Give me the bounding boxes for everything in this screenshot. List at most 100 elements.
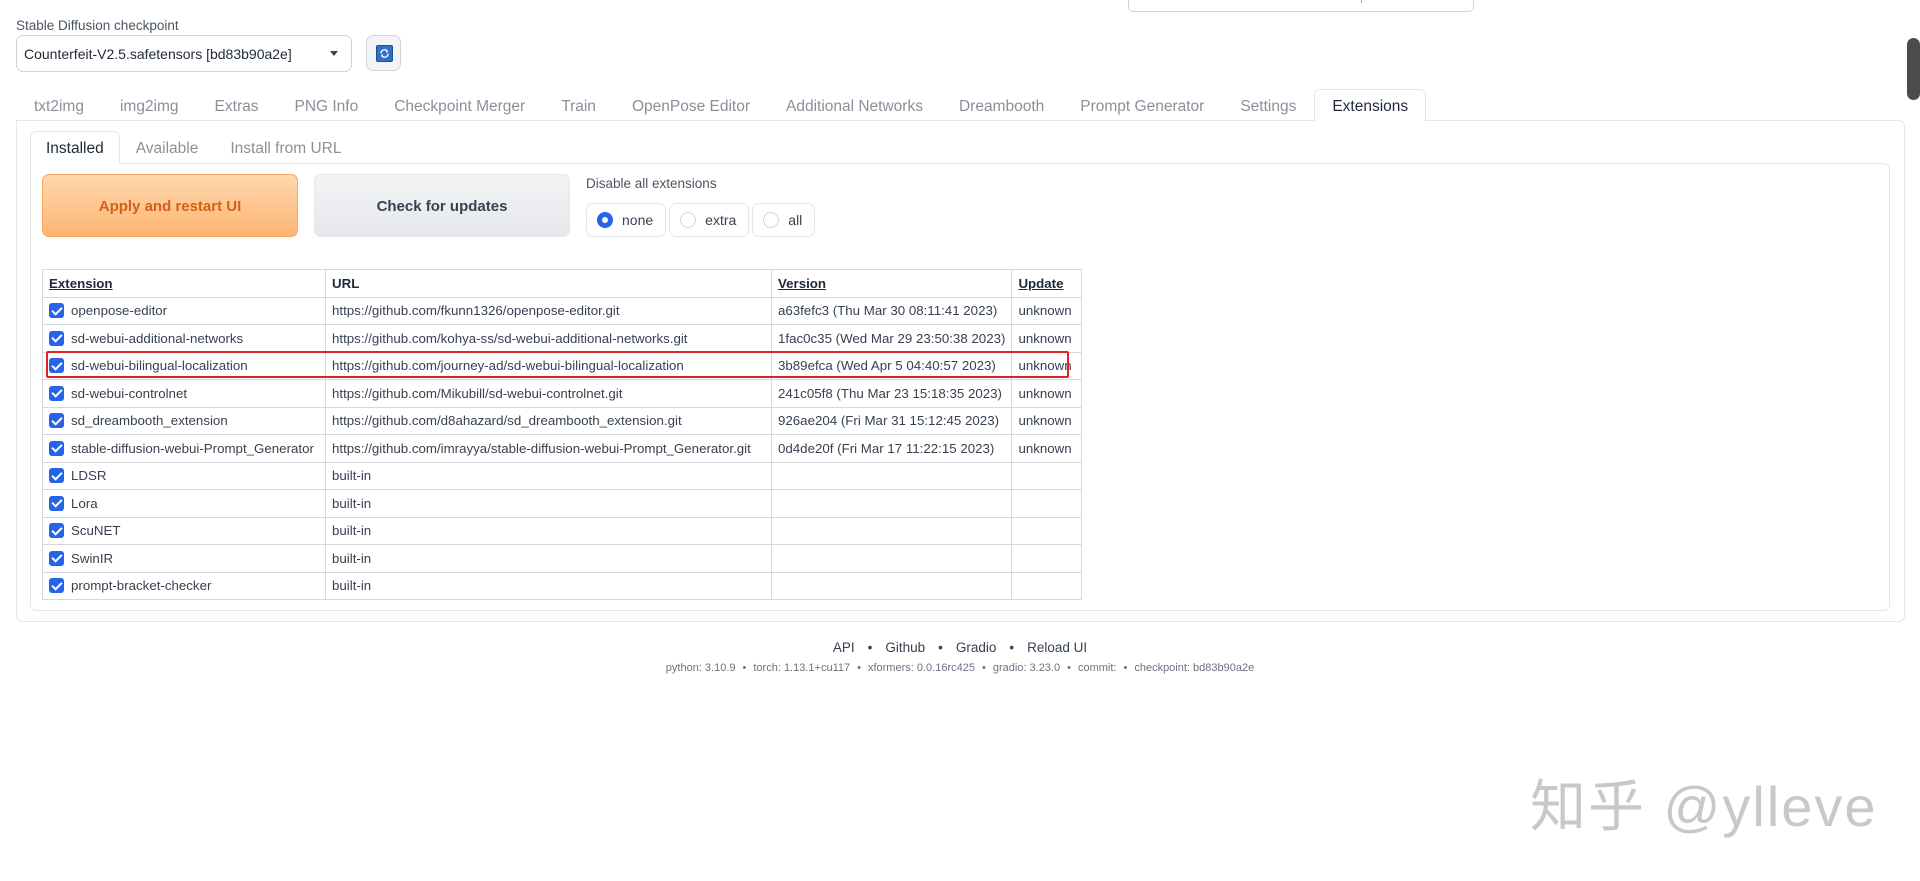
tab-txt2img[interactable]: txt2img [16, 89, 102, 121]
url-cell: built-in [325, 489, 772, 518]
tab-additional-networks[interactable]: Additional Networks [768, 89, 941, 121]
col-header-extension[interactable]: Extension [42, 269, 326, 298]
radio-indicator-icon [763, 212, 780, 228]
extension-name: sd-webui-controlnet [71, 385, 188, 401]
page-scrollbar[interactable] [1907, 38, 1920, 100]
subtab-available[interactable]: Available [120, 131, 215, 164]
update-cell [1011, 544, 1083, 573]
url-cell: https://github.com/kohya-ss/sd-webui-add… [325, 324, 772, 353]
footer-separator: • [981, 662, 986, 674]
tab-img2img[interactable]: img2img [102, 89, 197, 121]
col-header-version[interactable]: Version [770, 269, 1013, 298]
extension-cell: SwinIR [42, 544, 326, 573]
radio-none[interactable]: none [586, 203, 667, 237]
tab-dreambooth[interactable]: Dreambooth [941, 89, 1062, 121]
version-cell: 0d4de20f (Fri Mar 17 11:22:15 2023) [770, 434, 1013, 463]
footer-separator: • [867, 640, 873, 655]
footer-info-item: torch: 1.13.1+cu117 [753, 662, 851, 674]
sub-tab-bar: Installed Available Install from URL [30, 131, 357, 164]
extension-cell: sd-webui-bilingual-localization [42, 351, 326, 380]
extension-cell: LDSR [42, 461, 326, 490]
footer-separator: • [742, 662, 747, 674]
footer-separator: • [1123, 662, 1128, 674]
url-cell: built-in [325, 571, 772, 600]
chevron-down-icon [330, 51, 338, 56]
update-cell: unknown [1011, 324, 1083, 353]
radio-indicator-icon [597, 212, 613, 228]
extension-name: sd-webui-bilingual-localization [71, 358, 248, 374]
url-cell: https://github.com/journey-ad/sd-webui-b… [325, 351, 772, 380]
enabled-checkbox[interactable] [49, 303, 64, 319]
tab-prompt-generator[interactable]: Prompt Generator [1062, 89, 1222, 121]
enabled-checkbox[interactable] [49, 385, 64, 401]
enabled-checkbox[interactable] [49, 440, 64, 456]
version-cell: a63fefc3 (Thu Mar 30 08:11:41 2023) [770, 296, 1013, 325]
table-row: sd_dreambooth_extension https://github.co… [42, 406, 1083, 435]
tab-train[interactable]: Train [543, 89, 614, 121]
extension-name: stable-diffusion-webui-Prompt_Generator [71, 440, 314, 456]
extension-name: SwinIR [71, 550, 114, 566]
footer-separator: • [857, 662, 861, 674]
radio-extra[interactable]: extra [669, 203, 750, 237]
col-header-update[interactable]: Update [1011, 269, 1083, 298]
enabled-checkbox[interactable] [49, 495, 64, 511]
version-cell: 241c05f8 (Thu Mar 23 15:18:35 2023) [770, 379, 1013, 408]
footer-link-gradio[interactable]: Gradio [956, 640, 997, 655]
footer-link-github[interactable]: Github [885, 640, 925, 655]
subtab-install-from-url[interactable]: Install from URL [214, 131, 357, 164]
update-cell [1011, 571, 1083, 600]
table-row: ScuNET built-in [42, 516, 1083, 545]
tab-extensions[interactable]: Extensions [1314, 89, 1427, 121]
version-cell: 3b89efca (Wed Apr 5 04:40:57 2023) [770, 351, 1013, 380]
url-cell: https://github.com/d8ahazard/sd_dreamboo… [325, 406, 772, 435]
table-row: SwinIR built-in [42, 544, 1083, 573]
update-cell [1011, 461, 1083, 490]
footer-link-reload-ui[interactable]: Reload UI [1027, 640, 1087, 655]
footer-info-item: python: 3.10.9 [665, 662, 736, 674]
update-cell: unknown [1011, 406, 1083, 435]
update-cell: unknown [1011, 434, 1083, 463]
subtab-installed[interactable]: Installed [30, 131, 120, 164]
url-cell: https://github.com/imrayya/stable-diffus… [325, 434, 772, 463]
version-cell [770, 516, 1013, 545]
extension-cell: sd-webui-additional-networks [42, 324, 326, 353]
tab-extras[interactable]: Extras [197, 89, 277, 121]
update-cell: unknown [1011, 351, 1083, 380]
version-cell [770, 489, 1013, 518]
table-row: prompt-bracket-checker built-in [42, 571, 1083, 600]
apply-restart-button[interactable]: Apply and restart UI [42, 174, 298, 237]
extension-cell: sd-webui-controlnet [42, 379, 326, 408]
url-cell: built-in [325, 516, 772, 545]
table-row: LDSR built-in [42, 461, 1083, 490]
extension-name: ScuNET [71, 523, 121, 539]
footer-info-item: gradio: 3.23.0 [992, 662, 1061, 674]
watermark: 知乎 @ylleve [1530, 775, 1878, 838]
update-cell [1011, 516, 1083, 545]
footer-separator: • [1009, 640, 1015, 655]
enabled-checkbox[interactable] [49, 330, 64, 346]
table-row: openpose-editor https://github.com/fkunn1… [42, 296, 1083, 325]
tab-checkpoint-merger[interactable]: Checkpoint Merger [376, 89, 543, 121]
enabled-checkbox[interactable] [49, 358, 64, 374]
table-row: stable-diffusion-webui-Prompt_Generator h… [42, 434, 1083, 463]
radio-all[interactable]: all [752, 203, 816, 237]
check-updates-button[interactable]: Check for updates [314, 174, 570, 237]
tab-settings[interactable]: Settings [1222, 89, 1314, 121]
refresh-checkpoint-button[interactable] [366, 35, 401, 71]
extension-cell: openpose-editor [42, 296, 326, 325]
extension-cell: sd_dreambooth_extension [42, 406, 326, 435]
table-row: sd-webui-controlnet https://github.com/Mi… [42, 379, 1083, 408]
radio-label: extra [705, 212, 737, 228]
extension-cell: prompt-bracket-checker [42, 571, 326, 600]
enabled-checkbox[interactable] [49, 550, 64, 566]
enabled-checkbox[interactable] [49, 468, 64, 484]
checkpoint-label: Stable Diffusion checkpoint [16, 18, 179, 33]
enabled-checkbox[interactable] [49, 578, 64, 594]
tab-png-info[interactable]: PNG Info [276, 89, 376, 121]
enabled-checkbox[interactable] [49, 523, 64, 539]
footer-link-api[interactable]: API [833, 640, 855, 655]
checkpoint-select[interactable]: Counterfeit-V2.5.safetensors [bd83b90a2e… [16, 35, 352, 72]
tab-openpose-editor[interactable]: OpenPose Editor [614, 89, 768, 121]
enabled-checkbox[interactable] [49, 413, 64, 429]
footer-info-item: commit: [1077, 662, 1117, 674]
